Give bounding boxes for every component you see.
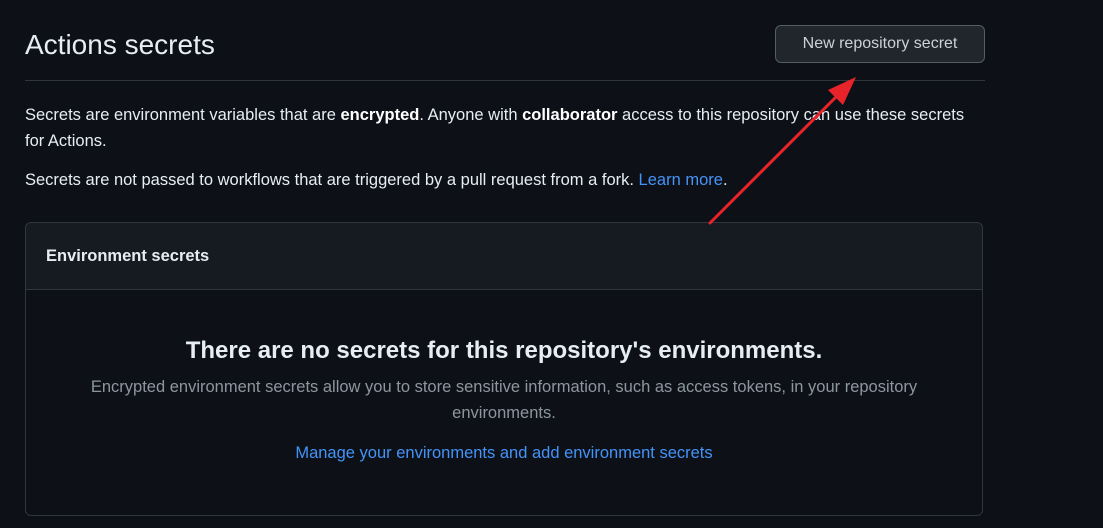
fork-notice-text: Secrets are not passed to workflows that… (25, 171, 639, 189)
fork-notice-period: . (722, 171, 728, 189)
empty-state: There are no secrets for this repository… (26, 290, 982, 466)
new-repository-secret-button[interactable]: New repository secret (775, 25, 985, 63)
description-text: . Anyone with (419, 106, 523, 124)
actions-secrets-page: Actions secrets New repository secret Se… (0, 0, 1103, 528)
description-bold-collaborator: collaborator (522, 106, 618, 124)
empty-state-description: Encrypted environment secrets allow you … (90, 378, 918, 422)
manage-environments-link[interactable]: Manage your environments and add environ… (295, 440, 712, 466)
secrets-description: Secrets are environment variables that a… (25, 102, 965, 154)
empty-state-title: There are no secrets for this repository… (185, 337, 823, 364)
environment-secrets-title: Environment secrets (46, 247, 210, 265)
description-text: Secrets are environment variables that a… (25, 106, 341, 124)
page-title: Actions secrets (25, 29, 215, 60)
page-header: Actions secrets New repository secret (25, 20, 985, 81)
annotation-arrow-head (828, 77, 856, 105)
environment-secrets-panel: Environment secrets There are no secrets… (25, 222, 983, 516)
description-bold-encrypted: encrypted (340, 106, 420, 124)
environment-secrets-header: Environment secrets (26, 223, 982, 290)
fork-notice: Secrets are not passed to workflows that… (25, 167, 965, 193)
learn-more-link[interactable]: Learn more (639, 171, 723, 189)
